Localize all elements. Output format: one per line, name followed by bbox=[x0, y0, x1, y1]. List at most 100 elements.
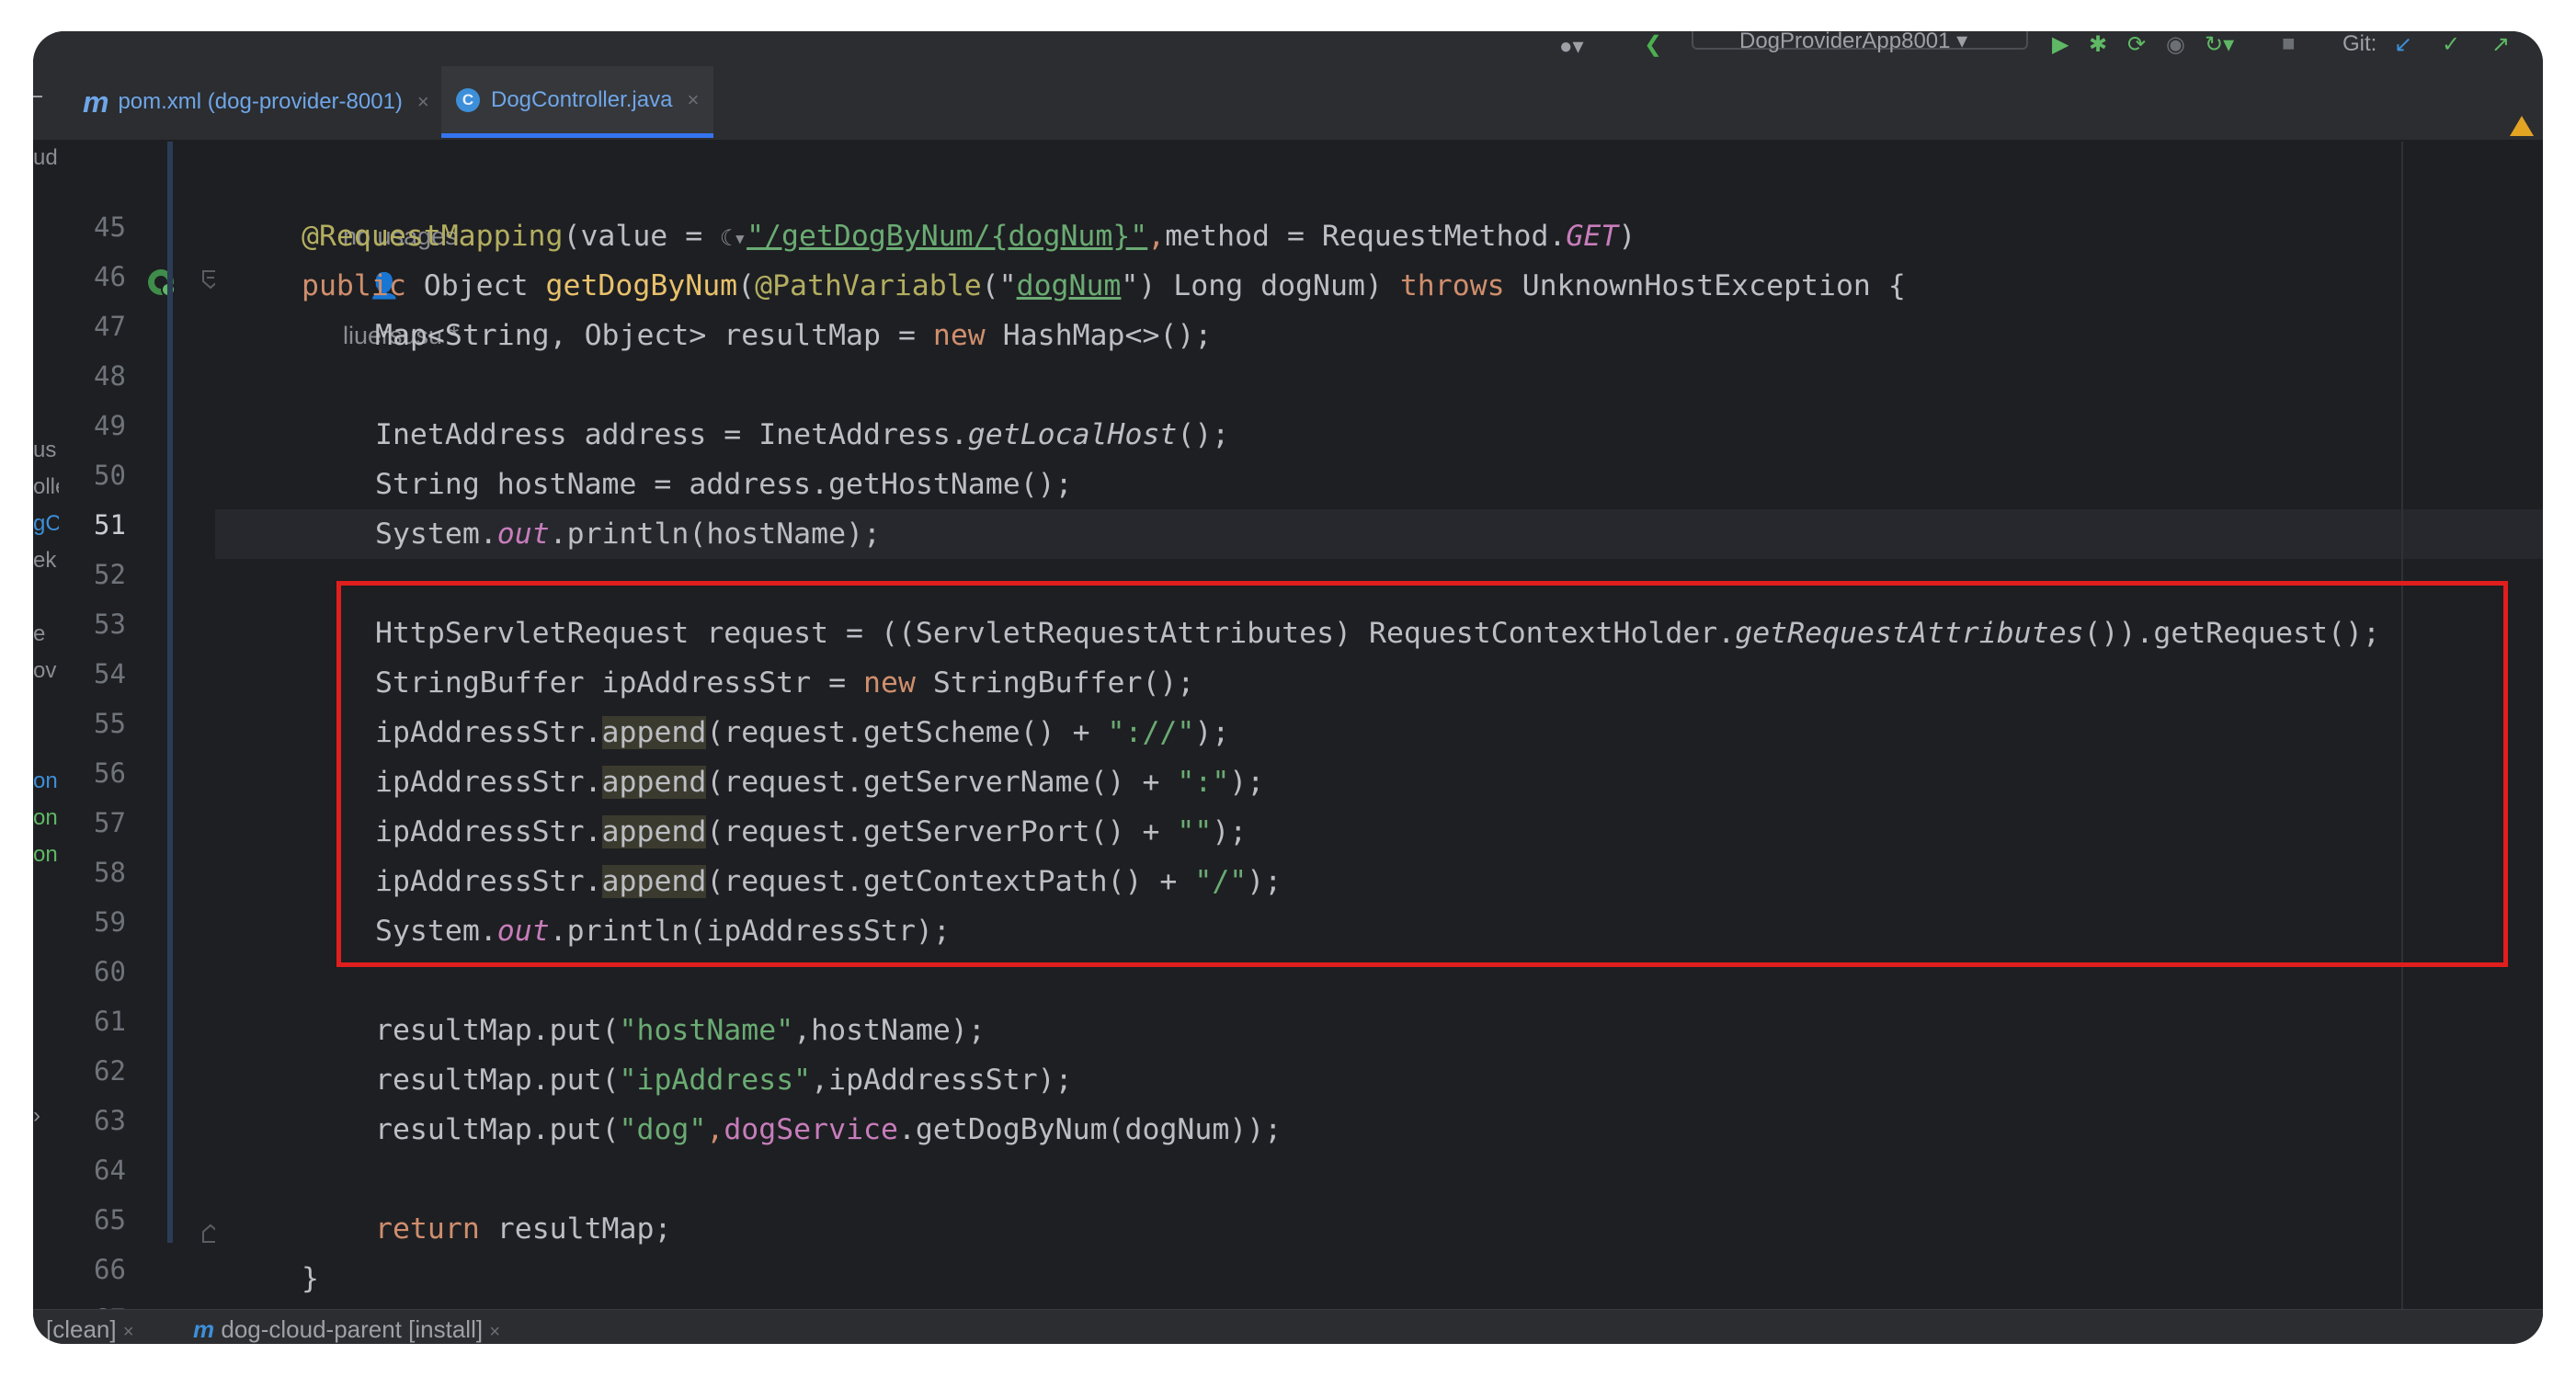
enum-constant: GET bbox=[1566, 220, 1619, 253]
code-text: .println(hostName); bbox=[549, 518, 881, 551]
code-line-49: InetAddress address = InetAddress.getLoc… bbox=[375, 410, 1229, 460]
project-item[interactable]: on bbox=[33, 842, 59, 868]
back-arrow-icon[interactable]: ❮ bbox=[1644, 31, 1662, 57]
code-text: Map<String, Object> resultMap = bbox=[375, 319, 933, 352]
code-text: InetAddress address = InetAddress. bbox=[375, 418, 968, 451]
project-item[interactable]: ek bbox=[33, 548, 59, 574]
line-number: 49 bbox=[94, 410, 126, 441]
line-number: 50 bbox=[94, 460, 126, 491]
code-text: (value = bbox=[563, 220, 721, 253]
run-config-selector[interactable]: DogProviderApp8001 ▾ bbox=[1692, 31, 2028, 53]
code-text: resultMap.put( bbox=[375, 1014, 620, 1047]
tab-label: DogController.java bbox=[491, 86, 673, 112]
expand-icon[interactable]: › bbox=[33, 1103, 59, 1129]
close-icon[interactable]: × bbox=[417, 90, 429, 114]
code-text: (); bbox=[1177, 418, 1230, 451]
code-line-65: return resultMap; bbox=[375, 1204, 671, 1254]
divider bbox=[33, 96, 42, 97]
coverage-icon[interactable]: ⟳ bbox=[2127, 31, 2146, 57]
profile-icon[interactable]: ◉ bbox=[2166, 31, 2185, 57]
code-text: ( bbox=[737, 269, 756, 302]
code-text: method = RequestMethod. bbox=[1165, 220, 1567, 253]
line-number-current: 51 bbox=[94, 509, 126, 541]
run-tab-install[interactable]: m dog-cloud-parent [install] × bbox=[193, 1315, 500, 1344]
scope-indicator bbox=[167, 142, 173, 1243]
git-label: Git: bbox=[2342, 31, 2377, 56]
maven-icon: m bbox=[193, 1315, 215, 1343]
line-number: 65 bbox=[94, 1204, 126, 1235]
line-number: 57 bbox=[94, 807, 126, 838]
code-text: Object bbox=[423, 269, 546, 302]
close-icon[interactable]: × bbox=[687, 88, 699, 112]
code-text: ) bbox=[1618, 220, 1636, 253]
spring-endpoint-icon[interactable] bbox=[143, 265, 178, 300]
git-commit-icon[interactable]: ✓ bbox=[2442, 31, 2460, 57]
code-text: (" bbox=[981, 269, 1017, 302]
string-literal: "ipAddress" bbox=[619, 1064, 812, 1097]
code-text: } bbox=[302, 1262, 319, 1295]
keyword: public bbox=[302, 269, 424, 302]
project-item[interactable]: e bbox=[33, 621, 59, 647]
line-number: 47 bbox=[94, 311, 126, 342]
warning-icon[interactable] bbox=[2510, 116, 2534, 136]
annotation: @PathVariable bbox=[755, 269, 982, 302]
string-literal: "/getDogByNum/{dogNum}" bbox=[747, 220, 1148, 253]
editor-gutter: 45 46 47 48 49 50 51 52 53 54 55 56 57 5… bbox=[59, 142, 219, 1340]
project-item[interactable]: on bbox=[33, 768, 59, 794]
git-update-icon[interactable]: ↙ bbox=[2394, 31, 2412, 57]
project-item[interactable]: ov bbox=[33, 658, 59, 684]
run-tab-clean[interactable]: [clean] × bbox=[46, 1315, 134, 1344]
code-text: System. bbox=[375, 518, 497, 551]
debug-icon[interactable]: ✱ bbox=[2089, 31, 2107, 57]
project-panel-edge: ud us olle gC ek e ov on on on › bbox=[33, 142, 59, 1340]
editor-tab-bar: m pom.xml (dog-provider-8001) × C DogCon… bbox=[33, 63, 2543, 142]
project-item[interactable]: olle bbox=[33, 474, 59, 500]
line-number: 56 bbox=[94, 757, 126, 789]
close-icon[interactable]: × bbox=[489, 1322, 500, 1342]
url-globe-icon[interactable]: ☾▾ bbox=[720, 225, 747, 251]
code-vision-hint[interactable]: no usages 👤 liuersusu * bbox=[302, 162, 459, 349]
more-run-icon[interactable]: ↻▾ bbox=[2205, 31, 2234, 57]
bottom-tool-tabs: [clean] × m dog-cloud-parent [install] × bbox=[33, 1309, 2543, 1344]
tab-pom-xml[interactable]: m pom.xml (dog-provider-8001) × bbox=[72, 66, 440, 138]
highlight-box bbox=[336, 581, 2508, 967]
git-push-icon[interactable]: ↗ bbox=[2491, 31, 2510, 57]
line-number: 45 bbox=[94, 211, 126, 243]
code-line-47: Map<String, Object> resultMap = new Hash… bbox=[375, 311, 1212, 360]
tab-label: [clean] bbox=[46, 1315, 117, 1343]
run-icon[interactable]: ▶ bbox=[2052, 31, 2069, 57]
code-text: , bbox=[1147, 220, 1166, 253]
field-reference: dogService bbox=[724, 1113, 898, 1146]
code-text: ,ipAddressStr); bbox=[811, 1064, 1073, 1097]
string-literal: dogNum bbox=[1016, 269, 1122, 302]
code-line-62: resultMap.put("ipAddress",ipAddressStr); bbox=[375, 1055, 1073, 1105]
keyword: return bbox=[375, 1212, 497, 1246]
code-text: HashMap<>(); bbox=[1002, 319, 1213, 352]
user-icon[interactable]: ●▾ bbox=[1559, 33, 1584, 59]
line-number: 55 bbox=[94, 708, 126, 739]
line-number: 59 bbox=[94, 906, 126, 938]
static-method: getLocalHost bbox=[967, 418, 1178, 451]
maven-icon: m bbox=[83, 85, 109, 119]
code-line-51: System.out.println(hostName); bbox=[375, 509, 881, 559]
line-number: 52 bbox=[94, 559, 126, 590]
code-text: , bbox=[706, 1113, 724, 1146]
tab-dogcontroller-java[interactable]: C DogController.java × bbox=[441, 66, 714, 138]
project-item-selected[interactable]: gC bbox=[33, 511, 59, 537]
java-class-icon: C bbox=[456, 87, 480, 112]
string-literal: "dog" bbox=[619, 1113, 707, 1146]
tab-label: dog-cloud-parent [install] bbox=[221, 1315, 484, 1343]
code-text: ,hostName); bbox=[793, 1014, 986, 1047]
keyword: throws bbox=[1399, 269, 1522, 302]
line-number: 61 bbox=[94, 1006, 126, 1037]
project-item[interactable]: ud bbox=[33, 145, 59, 171]
code-line-46: public Object getDogByNum(@PathVariable(… bbox=[302, 261, 1906, 311]
stop-icon[interactable]: ■ bbox=[2282, 31, 2296, 56]
tab-label: pom.xml (dog-provider-8001) bbox=[118, 89, 403, 114]
annotation: @RequestMapping bbox=[302, 220, 564, 253]
project-item[interactable]: us bbox=[33, 438, 59, 463]
close-icon[interactable]: × bbox=[123, 1322, 134, 1342]
string-literal: "hostName" bbox=[619, 1014, 794, 1047]
line-number: 54 bbox=[94, 658, 126, 689]
project-item[interactable]: on bbox=[33, 805, 59, 831]
